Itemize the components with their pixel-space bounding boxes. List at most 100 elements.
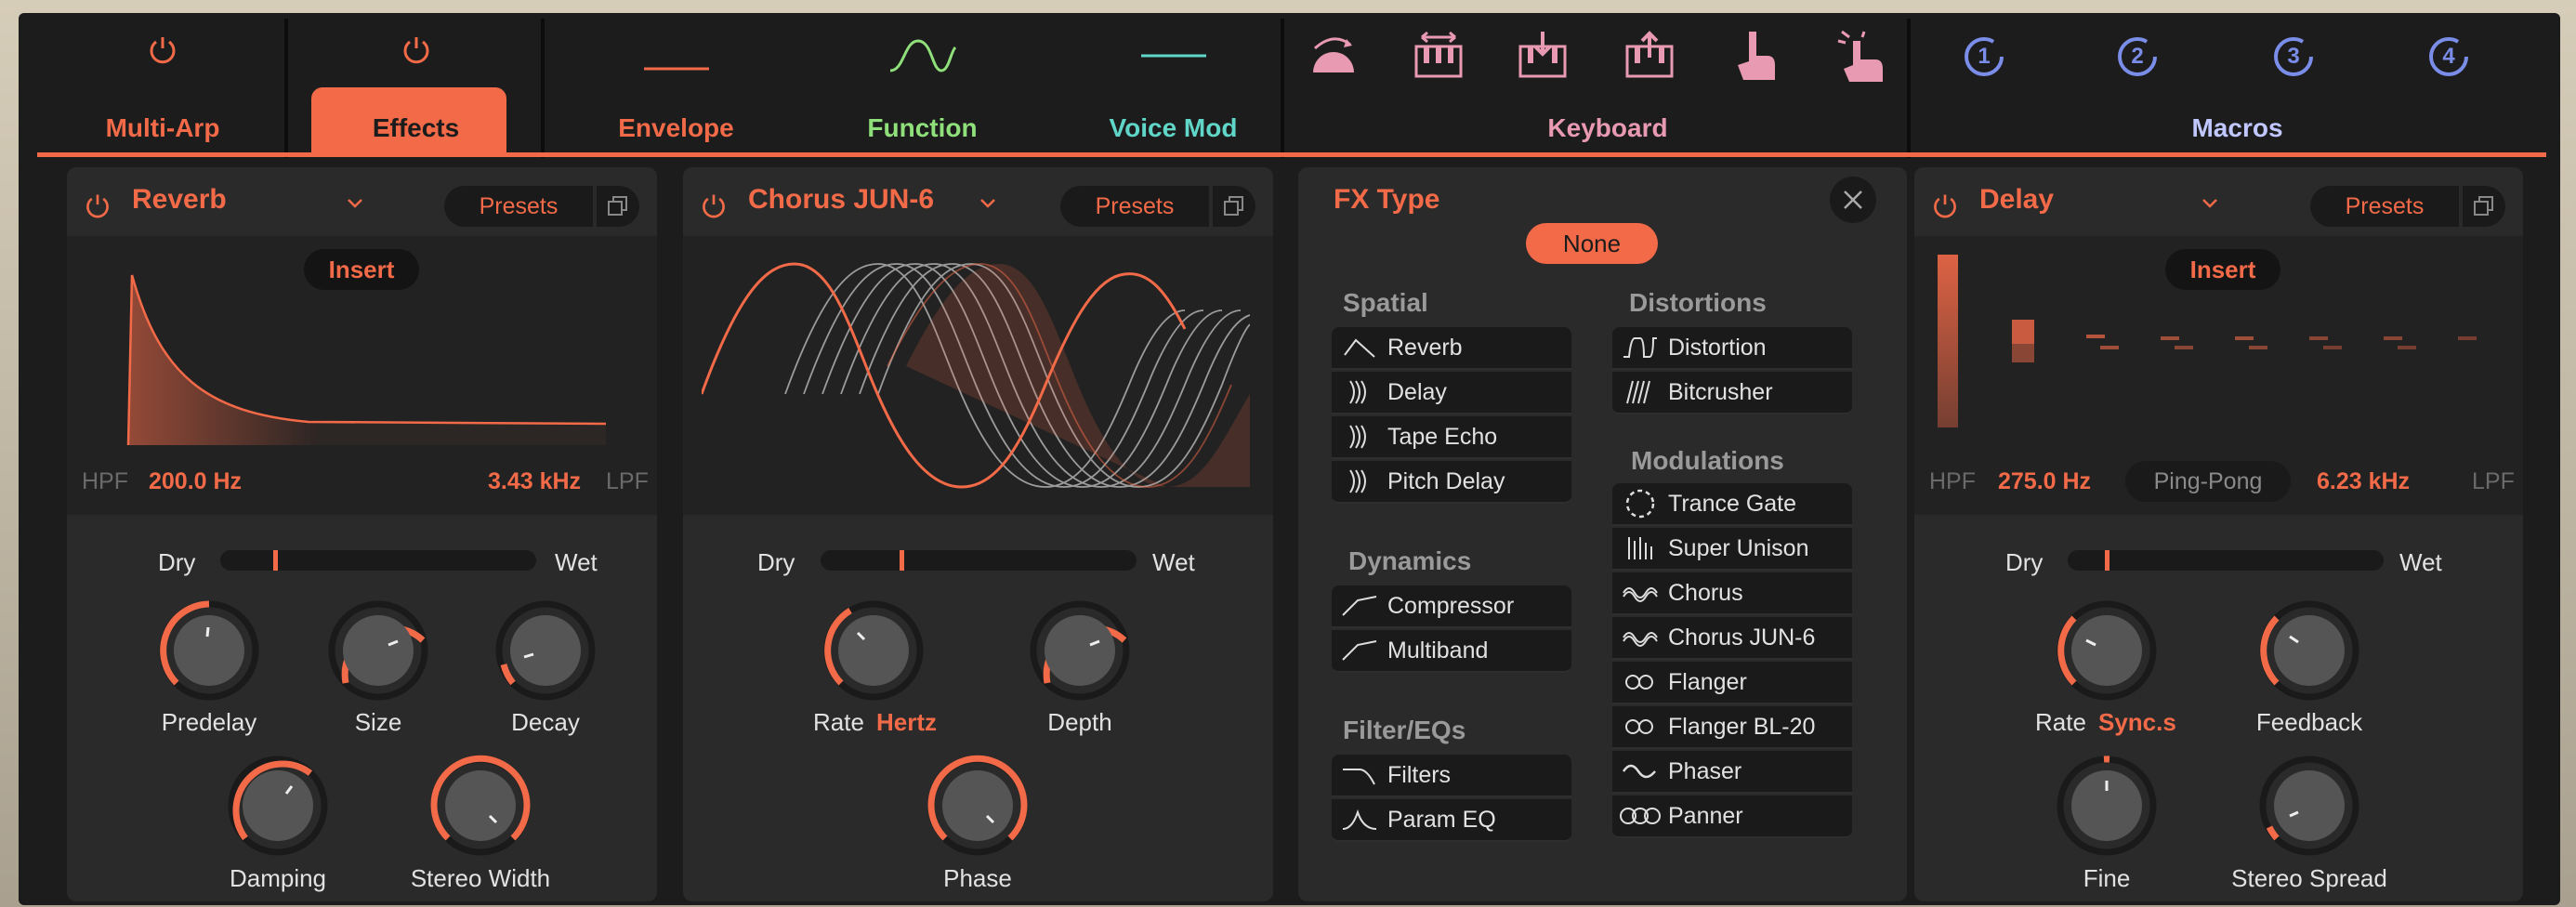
tab-divider [1907,19,1911,158]
tab-multi-arp[interactable]: Multi-Arp [46,13,279,162]
hpf-value[interactable]: 275.0 Hz [1998,468,2091,495]
predelay-knob[interactable] [158,599,260,702]
chevron-down-icon[interactable] [2201,197,2219,210]
power-icon[interactable] [1931,191,1959,219]
lpf-value[interactable]: 6.23 kHz [2317,468,2410,495]
delay-panel: Delay Presets Insert HPF 275.0 Hz Ping-P… [1914,167,2523,901]
fx-trance-gate-button[interactable]: Trance Gate [1612,483,1852,526]
ping-pong-button[interactable]: Ping-Pong [2125,461,2291,502]
rate-unit-selector[interactable]: Sync.s [2098,708,2176,737]
power-icon[interactable] [700,191,728,219]
copy-button[interactable] [2463,186,2505,227]
modulations-list: Trance Gate Super Unison Chorus Chorus J… [1612,483,1852,846]
fx-label: Panner [1668,802,1743,829]
decay-label: Decay [511,708,580,736]
power-icon[interactable] [401,33,432,65]
dry-wet-slider[interactable] [2068,550,2384,571]
presets-button[interactable]: Presets [444,186,593,227]
fx-chorus-jun6-button[interactable]: Chorus JUN-6 [1612,617,1852,660]
decay-knob[interactable] [494,599,597,702]
macro-2-button[interactable]: 2 [2114,33,2161,80]
power-icon[interactable] [147,33,178,65]
slider-thumb[interactable] [273,550,278,571]
rate-unit-selector[interactable]: Hertz [876,708,937,737]
tape-echo-fx-icon [1349,425,1366,449]
stereo-spread-label: Stereo Spread [2231,864,2387,892]
fx-flanger-bl20-button[interactable]: Flanger BL-20 [1612,706,1852,749]
lpf-value[interactable]: 3.43 kHz [488,468,581,495]
fx-compressor-button[interactable]: Compressor [1332,585,1571,628]
delay-title[interactable]: Delay [1979,184,2054,216]
macro-3-button[interactable]: 3 [2270,33,2317,80]
filters-category: Filter/EQs [1343,716,1466,744]
plugin-window: Multi-Arp Effects Envelope Function Voic… [19,13,2560,905]
phase-label: Phase [943,864,1012,892]
chevron-down-icon[interactable] [346,197,364,210]
rate-knob[interactable] [2056,599,2158,702]
macro-1-button[interactable]: 1 [1961,33,2007,80]
piano-down-icon[interactable] [1517,30,1569,82]
fx-label: Compressor [1387,592,1515,619]
multi-touch-icon[interactable] [1834,28,1890,84]
fx-chorus-button[interactable]: Chorus [1612,572,1852,615]
chevron-down-icon[interactable] [979,197,997,210]
fx-phaser-button[interactable]: Phaser [1612,751,1852,794]
tab-multi-arp-label: Multi-Arp [105,113,220,142]
predelay-label: Predelay [161,708,257,736]
phase-knob[interactable] [927,755,1029,857]
fx-distortion-button[interactable]: Distortion [1612,327,1852,370]
feedback-knob[interactable] [2258,599,2360,702]
fx-param-eq-button[interactable]: Param EQ [1332,799,1571,842]
piano-up-icon[interactable] [1623,30,1676,82]
fx-filters-button[interactable]: Filters [1332,755,1571,797]
copy-button[interactable] [597,186,639,227]
tab-envelope-label: Envelope [618,113,734,142]
fx-super-unison-button[interactable]: Super Unison [1612,528,1852,571]
chorus-jun6-fx-icon [1623,632,1658,647]
stereo-spread-knob[interactable] [2258,755,2360,857]
hand-touch-icon[interactable] [1730,28,1782,84]
tab-voice-mod[interactable]: Voice Mod [1050,13,1296,162]
close-button[interactable] [1830,177,1876,223]
dry-wet-slider[interactable] [220,550,536,571]
dry-wet-slider[interactable] [821,550,1137,571]
tab-effects[interactable]: Effects [293,13,539,162]
presets-button[interactable]: Presets [1060,186,1209,227]
rate-knob[interactable] [822,599,925,702]
fx-tape-echo-button[interactable]: Tape Echo [1332,416,1571,459]
stereo-width-knob[interactable] [429,755,532,857]
fx-pitch-delay-button[interactable]: Pitch Delay [1332,461,1571,504]
chorus-title[interactable]: Chorus JUN-6 [748,184,934,216]
fx-bitcrusher-button[interactable]: Bitcrusher [1612,372,1852,414]
power-icon[interactable] [84,191,112,219]
fx-flanger-button[interactable]: Flanger [1612,662,1852,704]
reverb-title[interactable]: Reverb [132,184,227,216]
macro-4-button[interactable]: 4 [2425,33,2472,80]
fx-multiband-button[interactable]: Multiband [1332,630,1571,673]
none-button[interactable]: None [1526,223,1658,264]
copy-button[interactable] [1213,186,1255,227]
slider-thumb[interactable] [900,550,904,571]
lpf-label: LPF [2472,468,2515,494]
distortions-category: Distortions [1629,288,1767,317]
presets-button[interactable]: Presets [2310,186,2459,227]
size-knob[interactable] [327,599,429,702]
reverb-panel: Reverb Presets Insert HPF 200.0 Hz 3.43 … [67,167,657,901]
size-label: Size [354,708,402,736]
panner-fx-icon [1620,808,1661,824]
fx-reverb-button[interactable]: Reverb [1332,327,1571,370]
fine-knob[interactable] [2056,755,2158,857]
hpf-value[interactable]: 200.0 Hz [149,468,242,495]
damping-knob[interactable] [227,755,329,857]
bitcrusher-fx-icon [1626,380,1650,404]
depth-knob[interactable] [1029,599,1131,702]
slider-thumb[interactable] [2105,550,2109,571]
fx-label: Chorus [1668,579,1743,606]
tab-function[interactable]: Function [799,13,1045,162]
fx-panner-button[interactable]: Panner [1612,795,1852,838]
tab-keyboard[interactable]: Keyboard [1287,13,1928,162]
tab-envelope[interactable]: Envelope [553,13,799,162]
glide-icon[interactable] [1306,32,1361,78]
fx-delay-button[interactable]: Delay [1332,372,1571,414]
piano-arrows-icon[interactable] [1413,30,1465,82]
